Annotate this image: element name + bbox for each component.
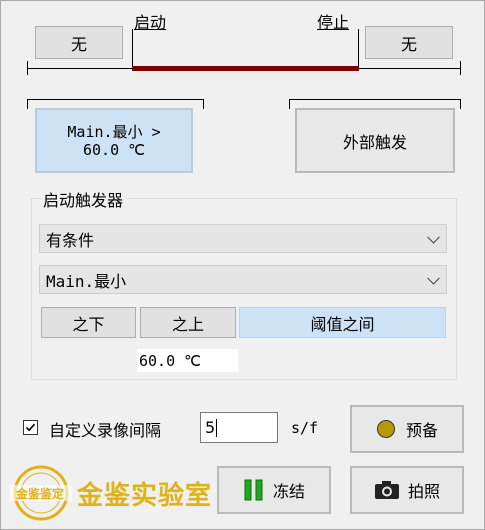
mode-below-button[interactable]: 之下 xyxy=(41,307,136,338)
stop-trigger-button[interactable]: 外部触发 xyxy=(295,108,455,173)
custom-interval-checkbox[interactable] xyxy=(23,420,38,435)
start-trigger-source: Main.最小 > xyxy=(67,122,161,141)
condition-select[interactable]: 有条件 xyxy=(39,224,447,253)
pause-icon xyxy=(244,479,263,501)
start-bracket-line xyxy=(27,99,204,100)
arm-dot-icon xyxy=(376,420,395,438)
recording-span-bar xyxy=(132,66,359,71)
arm-button[interactable]: 预备 xyxy=(350,405,464,453)
freeze-button-label: 冻结 xyxy=(272,482,305,501)
interval-unit: s/f xyxy=(291,419,319,437)
timeline-right-tick xyxy=(460,61,461,75)
snapshot-button-label: 拍照 xyxy=(407,482,440,501)
start-trigger-group-title: 启动触发器 xyxy=(41,187,126,211)
source-select[interactable]: Main.最小 xyxy=(39,265,447,294)
text-cursor xyxy=(216,418,218,437)
arm-button-label: 预备 xyxy=(405,421,438,440)
source-select-value: Main.最小 xyxy=(46,271,127,291)
start-none-button[interactable]: 无 xyxy=(35,26,123,59)
freeze-button[interactable]: 冻结 xyxy=(217,466,331,514)
stop-marker-line xyxy=(358,29,359,69)
stop-bracket-right xyxy=(460,99,461,109)
start-trigger-button[interactable]: Main.最小 > 60.0 ℃ xyxy=(35,108,193,173)
watermark-text: 金鉴实验室 xyxy=(77,481,213,511)
stop-bracket-line xyxy=(289,99,461,100)
snapshot-button[interactable]: 拍照 xyxy=(350,466,464,514)
threshold-value-field[interactable]: 60.0 ℃ xyxy=(137,349,238,372)
mode-above-button[interactable]: 之上 xyxy=(140,307,236,338)
interval-input-value: 5 xyxy=(205,418,216,437)
chevron-down-icon xyxy=(427,271,440,285)
watermark-seal-text: 金鉴鉴定 xyxy=(15,487,64,501)
camera-icon xyxy=(374,481,399,499)
check-icon xyxy=(25,423,36,432)
chevron-down-icon xyxy=(427,230,440,244)
stop-none-button[interactable]: 无 xyxy=(365,26,453,59)
trigger-settings-panel: 启动 停止 无 无 Main.最小 > 60.0 ℃ 外部触发 启动触发器 有条… xyxy=(0,0,485,530)
start-marker-line xyxy=(132,29,133,69)
stop-label: 停止 xyxy=(317,13,350,32)
start-bracket-left xyxy=(27,99,28,109)
start-trigger-threshold: 60.0 ℃ xyxy=(83,140,145,159)
start-bracket-right xyxy=(203,99,204,109)
start-label: 启动 xyxy=(134,13,167,32)
custom-interval-label: 自定义录像间隔 xyxy=(49,421,162,440)
interval-input[interactable]: 5 xyxy=(200,412,278,443)
mode-between-button[interactable]: 阈值之间 xyxy=(239,307,446,338)
condition-select-value: 有条件 xyxy=(46,230,95,250)
stop-bracket-left xyxy=(289,99,290,109)
timeline-left-tick xyxy=(27,61,28,75)
